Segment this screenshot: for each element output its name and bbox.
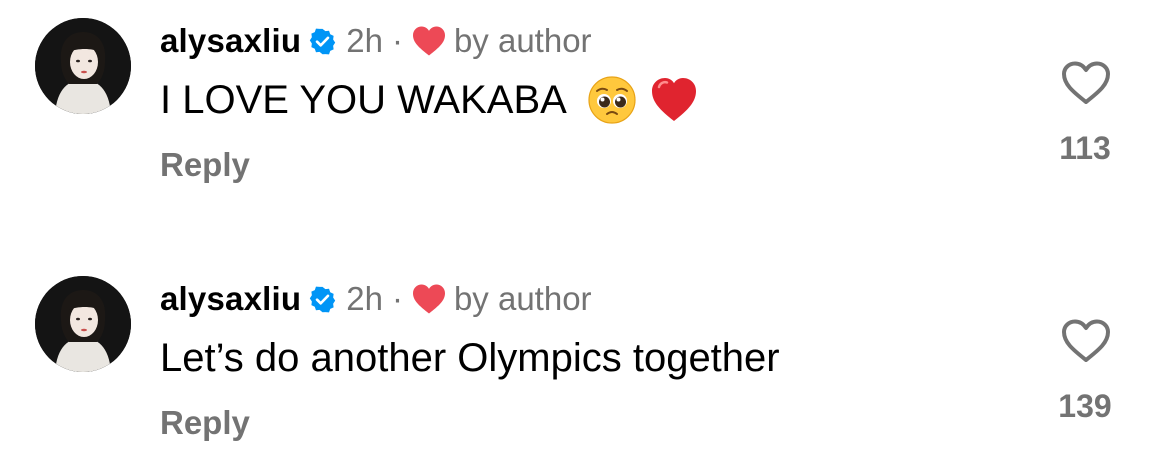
avatar-image bbox=[35, 276, 131, 372]
verified-badge-icon bbox=[308, 27, 337, 56]
heart-outline-icon[interactable] bbox=[1060, 318, 1112, 364]
like-count: 139 bbox=[1058, 388, 1112, 424]
meta-separator: · bbox=[391, 280, 403, 317]
like-count: 113 bbox=[1059, 130, 1111, 166]
comment-time: 2h bbox=[346, 280, 383, 317]
pleading-face-emoji bbox=[587, 75, 637, 125]
avatar[interactable] bbox=[35, 18, 131, 114]
comment-text-content: I LOVE YOU WAKABA bbox=[160, 77, 567, 122]
comment-meta: alysaxliu 2h · by author bbox=[160, 20, 592, 62]
heart-icon bbox=[411, 283, 447, 315]
verified-badge-icon bbox=[308, 285, 337, 314]
username[interactable]: alysaxliu bbox=[160, 280, 301, 318]
meta-separator: · bbox=[391, 22, 403, 59]
comment-text: I LOVE YOU WAKABA bbox=[160, 72, 699, 128]
username[interactable]: alysaxliu bbox=[160, 22, 301, 60]
reply-button[interactable]: Reply bbox=[160, 404, 250, 442]
comment-text-content: Let’s do another Olympics together bbox=[160, 335, 780, 380]
comment-time: 2h bbox=[346, 22, 383, 59]
heart-icon bbox=[411, 25, 447, 57]
comment-text: Let’s do another Olympics together bbox=[160, 330, 780, 386]
comment-meta: alysaxliu 2h · by author bbox=[160, 278, 592, 320]
avatar[interactable] bbox=[35, 276, 131, 372]
heart-outline-icon[interactable] bbox=[1060, 60, 1112, 106]
by-author-label: by author bbox=[453, 22, 592, 59]
comment-item: alysaxliu 2h · by author I LOVE YOU WAKA… bbox=[0, 0, 1170, 210]
reply-button[interactable]: Reply bbox=[160, 146, 250, 184]
avatar-image bbox=[35, 18, 131, 114]
red-heart-emoji bbox=[649, 75, 699, 125]
comment-item: alysaxliu 2h · by author Let’s do anothe… bbox=[0, 258, 1170, 468]
by-author-label: by author bbox=[453, 280, 592, 317]
